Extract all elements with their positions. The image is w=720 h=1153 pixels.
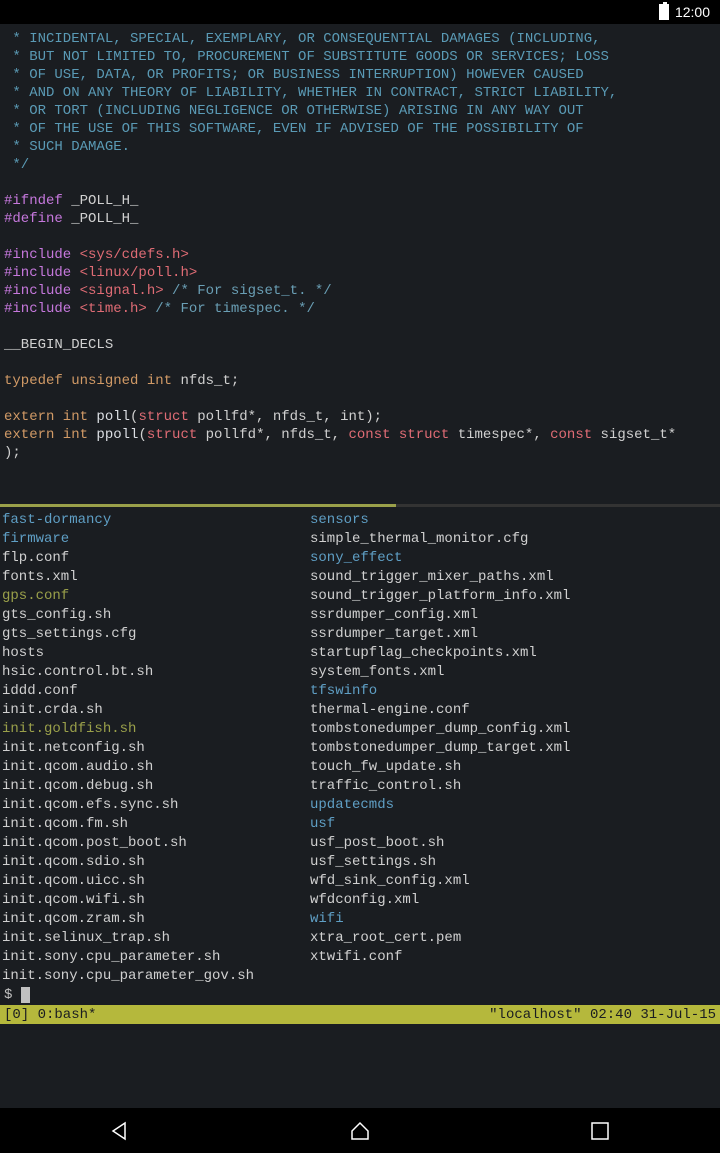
- ls-entry: touch_fw_update.sh: [310, 758, 718, 777]
- blank-line: [4, 228, 716, 246]
- blank-line: [4, 390, 716, 408]
- ls-entry: sound_trigger_mixer_paths.xml: [310, 568, 718, 587]
- include-line: #include <time.h> /* For timespec. */: [4, 300, 716, 318]
- ls-entry: hsic.control.bt.sh: [2, 663, 310, 682]
- license-comment: * INCIDENTAL, SPECIAL, EXEMPLARY, OR CON…: [4, 30, 716, 174]
- blank-line: [4, 480, 716, 498]
- recent-icon: [590, 1121, 610, 1141]
- ls-entry: iddd.conf: [2, 682, 310, 701]
- ls-entry: init.sony.cpu_parameter.sh: [2, 948, 310, 967]
- blank-line: [4, 354, 716, 372]
- editor-pane[interactable]: * INCIDENTAL, SPECIAL, EXEMPLARY, OR CON…: [0, 24, 720, 504]
- define-line: #define _POLL_H_: [4, 210, 716, 228]
- android-status-bar: 12:00: [0, 0, 720, 24]
- ls-entry: tfswinfo: [310, 682, 718, 701]
- ls-entry: init.crda.sh: [2, 701, 310, 720]
- tmux-status-bar[interactable]: [0] 0:bash* "localhost" 02:40 31-Jul-15: [0, 1005, 720, 1024]
- ls-entry: init.selinux_trap.sh: [2, 929, 310, 948]
- ls-entry: flp.conf: [2, 549, 310, 568]
- ls-entry: ssrdumper_config.xml: [310, 606, 718, 625]
- ls-entry: fast-dormancy: [2, 511, 310, 530]
- ls-entry: sony_effect: [310, 549, 718, 568]
- ls-entry: wifi: [310, 910, 718, 929]
- ifndef-line: #ifndef _POLL_H_: [4, 192, 716, 210]
- extern-ppoll-end: );: [4, 444, 716, 462]
- blank-line: [4, 174, 716, 192]
- ls-entry: updatecmds: [310, 796, 718, 815]
- extern-poll: extern int poll(struct pollfd*, nfds_t, …: [4, 408, 716, 426]
- ls-entry: gts_settings.cfg: [2, 625, 310, 644]
- ls-entry: usf: [310, 815, 718, 834]
- ls-entry: firmware: [2, 530, 310, 549]
- battery-icon: [659, 4, 669, 20]
- android-nav-bar: [0, 1108, 720, 1153]
- ls-entry: init.qcom.post_boot.sh: [2, 834, 310, 853]
- ls-entry: sound_trigger_platform_info.xml: [310, 587, 718, 606]
- ls-entry: simple_thermal_monitor.cfg: [310, 530, 718, 549]
- ls-entry: system_fonts.xml: [310, 663, 718, 682]
- include-line: #include <linux/poll.h>: [4, 264, 716, 282]
- ls-entry: hosts: [2, 644, 310, 663]
- begin-decls: __BEGIN_DECLS: [4, 336, 716, 354]
- ls-entry: init.sony.cpu_parameter_gov.sh: [2, 967, 310, 986]
- ls-entry: init.qcom.efs.sync.sh: [2, 796, 310, 815]
- back-icon: [109, 1120, 131, 1142]
- cursor: [21, 987, 30, 1003]
- ls-entry: wfdconfig.xml: [310, 891, 718, 910]
- typedef-line: typedef unsigned int nfds_t;: [4, 372, 716, 390]
- ls-entry: traffic_control.sh: [310, 777, 718, 796]
- nav-recent-button[interactable]: [588, 1119, 612, 1143]
- nav-back-button[interactable]: [108, 1119, 132, 1143]
- ls-entry: init.qcom.sdio.sh: [2, 853, 310, 872]
- ls-entry: init.qcom.fm.sh: [2, 815, 310, 834]
- include-line: #include <sys/cdefs.h>: [4, 246, 716, 264]
- ls-entry: init.goldfish.sh: [2, 720, 310, 739]
- terminal-viewport[interactable]: * INCIDENTAL, SPECIAL, EXEMPLARY, OR CON…: [0, 24, 720, 1108]
- ls-entry: thermal-engine.conf: [310, 701, 718, 720]
- ls-entry: startupflag_checkpoints.xml: [310, 644, 718, 663]
- tmux-clock: "localhost" 02:40 31-Jul-15: [489, 1007, 716, 1023]
- ls-output: fast-dormancyfirmwareflp.conffonts.xmlgp…: [2, 511, 718, 986]
- ls-entry: usf_settings.sh: [310, 853, 718, 872]
- ls-entry: xtwifi.conf: [310, 948, 718, 967]
- ls-entry: init.qcom.debug.sh: [2, 777, 310, 796]
- ls-entry: init.qcom.wifi.sh: [2, 891, 310, 910]
- include-line: #include <signal.h> /* For sigset_t. */: [4, 282, 716, 300]
- ls-entry: init.qcom.audio.sh: [2, 758, 310, 777]
- home-icon: [349, 1120, 371, 1142]
- blank-line: [4, 318, 716, 336]
- ls-entry: init.qcom.uicc.sh: [2, 872, 310, 891]
- ls-entry: sensors: [310, 511, 718, 530]
- ls-entry: gts_config.sh: [2, 606, 310, 625]
- ls-entry: init.netconfig.sh: [2, 739, 310, 758]
- status-clock: 12:00: [675, 4, 710, 20]
- ls-entry: init.qcom.zram.sh: [2, 910, 310, 929]
- ls-entry: usf_post_boot.sh: [310, 834, 718, 853]
- tmux-window-label: [0] 0:bash*: [4, 1007, 96, 1023]
- ls-entry: xtra_root_cert.pem: [310, 929, 718, 948]
- extern-ppoll: extern int ppoll(struct pollfd*, nfds_t,…: [4, 426, 716, 444]
- ls-entry: gps.conf: [2, 587, 310, 606]
- nav-home-button[interactable]: [348, 1119, 372, 1143]
- ls-entry: tombstonedumper_dump_target.xml: [310, 739, 718, 758]
- blank-line: [4, 462, 716, 480]
- ls-entry: ssrdumper_target.xml: [310, 625, 718, 644]
- shell-pane[interactable]: fast-dormancyfirmwareflp.conffonts.xmlgp…: [0, 507, 720, 1005]
- ls-entry: fonts.xml: [2, 568, 310, 587]
- shell-prompt[interactable]: $: [2, 986, 718, 1005]
- ls-entry: tombstonedumper_dump_config.xml: [310, 720, 718, 739]
- ls-entry: wfd_sink_config.xml: [310, 872, 718, 891]
